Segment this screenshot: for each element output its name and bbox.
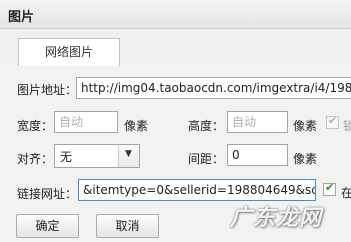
spacing-unit: 像素 (293, 152, 318, 166)
height-input[interactable]: 自动 (227, 111, 288, 133)
open-new-window-checkbox[interactable] (323, 181, 336, 196)
dialog-titlebar: 图片 (0, 0, 351, 29)
lock-ratio-checkbox[interactable] (326, 114, 339, 129)
image-url-label: 图片地址： (17, 83, 78, 97)
tab-web-image[interactable]: 网络图片 (18, 38, 120, 68)
height-label: 高度： (188, 119, 225, 133)
align-select[interactable]: 无 ▼ (54, 144, 140, 168)
width-unit: 像素 (124, 119, 149, 133)
spacing-input[interactable]: 0 (227, 144, 288, 166)
confirm-button[interactable]: 确定 (16, 214, 79, 238)
align-label: 对齐： (17, 152, 54, 166)
dialog-title: 图片 (8, 10, 35, 25)
align-dropdown-button[interactable]: ▼ (118, 145, 139, 167)
image-url-input[interactable]: http://img04.taobaocdn.com/imgextra/i4/1… (76, 77, 351, 99)
width-input[interactable]: 自动 (54, 111, 118, 133)
height-unit: 像素 (293, 119, 318, 133)
open-new-window-label: 在 (341, 186, 351, 200)
lock-ratio-label: 锁 (343, 119, 351, 133)
align-select-value: 无 (60, 150, 73, 164)
link-url-label: 链接网址： (17, 187, 78, 201)
cancel-button[interactable]: 取消 (96, 214, 159, 238)
link-url-input[interactable]: &itemtype=0&sellerid=198804649&scjjc=2 (78, 179, 316, 201)
watermark-logo: 广东龙网 (230, 205, 323, 231)
width-label: 宽度： (17, 119, 54, 133)
chevron-down-icon: ▼ (125, 149, 132, 159)
spacing-label: 间距： (188, 152, 225, 166)
tab-bar: 网络图片 (0, 34, 351, 68)
